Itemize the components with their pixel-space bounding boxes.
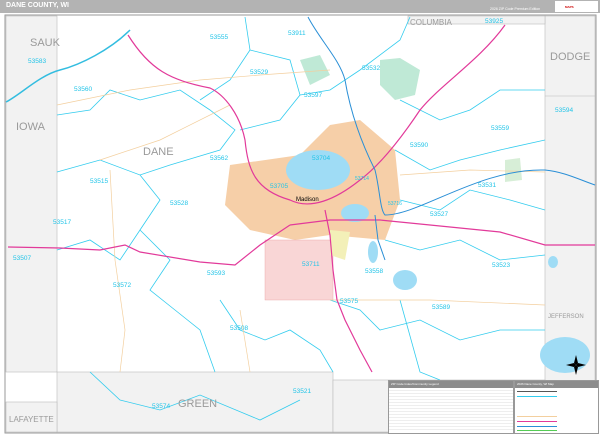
svg-text:53574: 53574 <box>152 403 170 410</box>
svg-text:53559: 53559 <box>491 125 509 132</box>
svg-text:53521: 53521 <box>293 388 311 395</box>
svg-text:53532: 53532 <box>362 65 380 72</box>
map-key-title: 2026 Dane County, WI Map <box>515 381 598 388</box>
svg-text:53508: 53508 <box>230 325 248 332</box>
county-label-columbia: COLUMBIA <box>410 18 452 27</box>
zip-53711-area <box>264 239 334 301</box>
lake-kegonsa <box>393 270 417 290</box>
svg-text:53925: 53925 <box>485 18 503 25</box>
svg-text:53523: 53523 <box>492 262 510 269</box>
svg-text:53589: 53589 <box>432 304 450 311</box>
svg-text:53529: 53529 <box>250 69 268 76</box>
svg-text:53593: 53593 <box>207 270 225 277</box>
svg-text:53562: 53562 <box>210 155 228 162</box>
svg-text:53704: 53704 <box>312 155 330 162</box>
svg-text:53531: 53531 <box>478 182 496 189</box>
county-label-iowa: IOWA <box>16 121 46 133</box>
county-label-dane: DANE <box>143 146 174 158</box>
lake-waubesa <box>368 241 378 263</box>
county-label-sauk: SAUK <box>30 37 61 49</box>
svg-text:53558: 53558 <box>365 268 383 275</box>
zip-index-table: ZIP Code Index/Community Legend <box>388 380 514 434</box>
svg-text:53590: 53590 <box>410 142 428 149</box>
svg-text:53507: 53507 <box>13 255 31 262</box>
svg-text:53714: 53714 <box>355 176 369 182</box>
svg-text:53597: 53597 <box>304 92 322 99</box>
svg-text:53528: 53528 <box>170 200 188 207</box>
county-label-jefferson: JEFFERSON <box>548 314 584 320</box>
svg-text:53594: 53594 <box>555 107 573 114</box>
svg-text:53572: 53572 <box>113 282 131 289</box>
zip-index-title: ZIP Code Index/Community Legend <box>389 381 513 388</box>
county-label-green: GREEN <box>178 398 217 410</box>
svg-text:53911: 53911 <box>288 30 306 37</box>
svg-text:53515: 53515 <box>90 178 108 185</box>
map-key: 2026 Dane County, WI Map <box>514 380 599 434</box>
svg-text:53705: 53705 <box>270 183 288 190</box>
map-canvas[interactable]: SAUK COLUMBIA DODGE IOWA JEFFERSON LAFAY… <box>0 0 600 435</box>
svg-text:53555: 53555 <box>210 34 228 41</box>
county-label-lafayette: LAFAYETTE <box>9 415 54 424</box>
svg-text:53560: 53560 <box>74 86 92 93</box>
city-label-madison: Madison <box>296 197 319 203</box>
lake-monona <box>341 204 369 222</box>
svg-text:53583: 53583 <box>28 58 46 65</box>
county-label-dodge: DODGE <box>550 51 590 63</box>
svg-text:53527: 53527 <box>430 211 448 218</box>
svg-text:53517: 53517 <box>53 219 71 226</box>
svg-text:53716: 53716 <box>388 201 402 207</box>
svg-text:53711: 53711 <box>302 261 320 268</box>
svg-text:53575: 53575 <box>340 298 358 305</box>
